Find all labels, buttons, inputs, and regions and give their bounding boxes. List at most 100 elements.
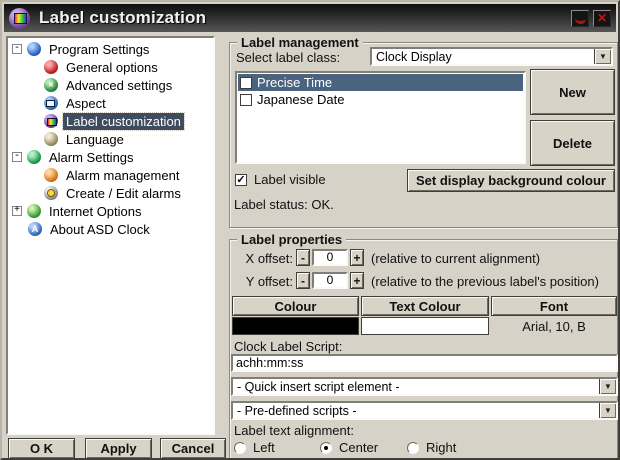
radio-label: Left [253,440,275,455]
collapse-icon[interactable]: - [12,152,22,162]
tree-item-label: Aspect [66,95,106,111]
list-item-label: Japanese Date [257,92,345,107]
tree-item-label: Advanced settings [66,77,173,93]
tree-item-advanced-settings[interactable]: Advanced settings [8,76,213,94]
apply-button[interactable]: Apply [85,438,152,458]
x-offset-decrement-button[interactable]: - [296,249,310,266]
x-offset-increment-button[interactable]: + [350,249,364,266]
about-asd-clock-icon [28,222,42,236]
list-item-precise-time[interactable]: Precise Time [238,74,523,91]
x-offset-caption: (relative to current alignment) [371,251,541,266]
alignment-option-left[interactable]: Left [234,440,275,455]
label-visible-checkbox[interactable]: ✓ [235,173,247,186]
label-visible-row: ✓ Label visible [235,172,326,187]
language-icon [44,132,58,146]
y-offset-value[interactable]: 0 [312,272,348,289]
create-edit-alarms-icon [44,186,58,200]
radio-unselected-icon[interactable] [407,441,419,454]
font-button[interactable]: Font [491,296,617,316]
text-colour-swatch[interactable] [361,317,489,335]
set-display-background-colour-button[interactable]: Set display background colour [407,169,615,192]
list-item-japanese-date[interactable]: Japanese Date [238,91,523,108]
tree-item-label: General options [66,59,158,75]
alarm-management-icon [44,168,58,182]
y-offset-increment-button[interactable]: + [350,272,364,289]
font-value: Arial, 10, B [522,319,586,334]
tree-item-label-selected: Label customization [62,111,185,131]
tree-item-language[interactable]: Language [8,130,213,148]
tree-item-label: Alarm Settings [49,149,134,165]
clock-label-script-label: Clock Label Script: [234,339,343,354]
expand-icon[interactable]: + [12,206,22,216]
checkbox-unchecked-icon[interactable] [240,93,252,106]
tree-item-label: Create / Edit alarms [66,185,181,201]
text-colour-button[interactable]: Text Colour [361,296,489,316]
tree-item-internet-options[interactable]: + Internet Options [8,202,213,220]
minimize-icon [574,18,586,24]
alignment-option-center[interactable]: Center [320,440,378,455]
general-options-icon [44,60,58,74]
chevron-down-icon[interactable]: ▼ [594,49,611,64]
clock-label-script-input[interactable] [231,354,618,372]
label-class-dropdown[interactable]: Clock Display ▼ [370,47,613,66]
tree-item-alarm-management[interactable]: Alarm management [8,166,213,184]
minimize-button[interactable] [571,9,589,27]
app-clock-icon [9,7,30,29]
predefined-scripts-value: - Pre-defined scripts - [237,403,357,418]
radio-label: Right [426,440,457,455]
colour-swatch[interactable] [232,317,359,335]
close-button[interactable]: ✕ [593,9,611,27]
colour-button[interactable]: Colour [232,296,359,316]
radio-selected-icon[interactable] [320,441,332,454]
tree-item-label: Language [66,131,124,147]
chevron-down-icon[interactable]: ▼ [599,403,616,418]
tree-item-create-edit-alarms[interactable]: Create / Edit alarms [8,184,213,202]
tree-item-about-asd-clock[interactable]: About ASD Clock [8,220,213,238]
label-properties-group: Label properties X offset: - 0 + (relati… [229,232,618,458]
tree-item-label: Alarm management [66,167,180,183]
y-offset-label: Y offset: [245,274,293,289]
label-status: Label status: OK. [234,197,334,212]
x-offset-value[interactable]: 0 [312,249,348,266]
tree-item-label: About ASD Clock [50,221,150,237]
select-label-class-label: Select label class: [236,50,341,65]
collapse-icon[interactable]: - [12,44,22,54]
settings-tree: - Program Settings General options Advan… [6,36,215,435]
group-legend: Label management [237,35,363,50]
label-management-group: Label management Select label class: Clo… [229,35,618,228]
ok-button[interactable]: O K [8,438,75,458]
quick-insert-value: - Quick insert script element - [237,379,400,394]
label-list: Precise Time Japanese Date [235,71,526,164]
predefined-scripts-dropdown[interactable]: - Pre-defined scripts - ▼ [231,401,618,420]
tree-item-aspect[interactable]: Aspect [8,94,213,112]
tree-item-label: Program Settings [49,41,150,57]
internet-options-icon [27,204,41,218]
cancel-button[interactable]: Cancel [160,438,226,458]
settings-window: Label customization ✕ - Program Settings… [0,0,620,460]
checkbox-unchecked-icon[interactable] [240,76,252,89]
radio-unselected-icon[interactable] [234,441,246,454]
list-item-label: Precise Time [257,75,333,90]
program-settings-icon [27,42,41,56]
label-customization-icon [44,114,58,128]
alarm-settings-icon [27,150,41,164]
tree-item-label-customization[interactable]: Label customization [8,111,213,131]
aspect-icon [44,96,58,110]
new-button[interactable]: New [530,69,615,115]
advanced-settings-icon [44,78,58,92]
chevron-down-icon[interactable]: ▼ [599,379,616,394]
titlebar: Label customization ✕ [4,4,616,32]
tree-item-alarm-settings[interactable]: - Alarm Settings [8,148,213,166]
quick-insert-dropdown[interactable]: - Quick insert script element - ▼ [231,377,618,396]
alignment-option-right[interactable]: Right [407,440,456,455]
x-offset-label: X offset: [245,251,293,266]
tree-item-label: Internet Options [49,203,142,219]
y-offset-decrement-button[interactable]: - [296,272,310,289]
tree-item-program-settings[interactable]: - Program Settings [8,40,213,58]
tree-item-general-options[interactable]: General options [8,58,213,76]
window-title: Label customization [39,8,207,27]
label-visible-label: Label visible [254,172,326,187]
delete-button[interactable]: Delete [530,120,615,166]
radio-label: Center [339,440,379,455]
label-text-alignment-label: Label text alignment: [234,423,354,438]
